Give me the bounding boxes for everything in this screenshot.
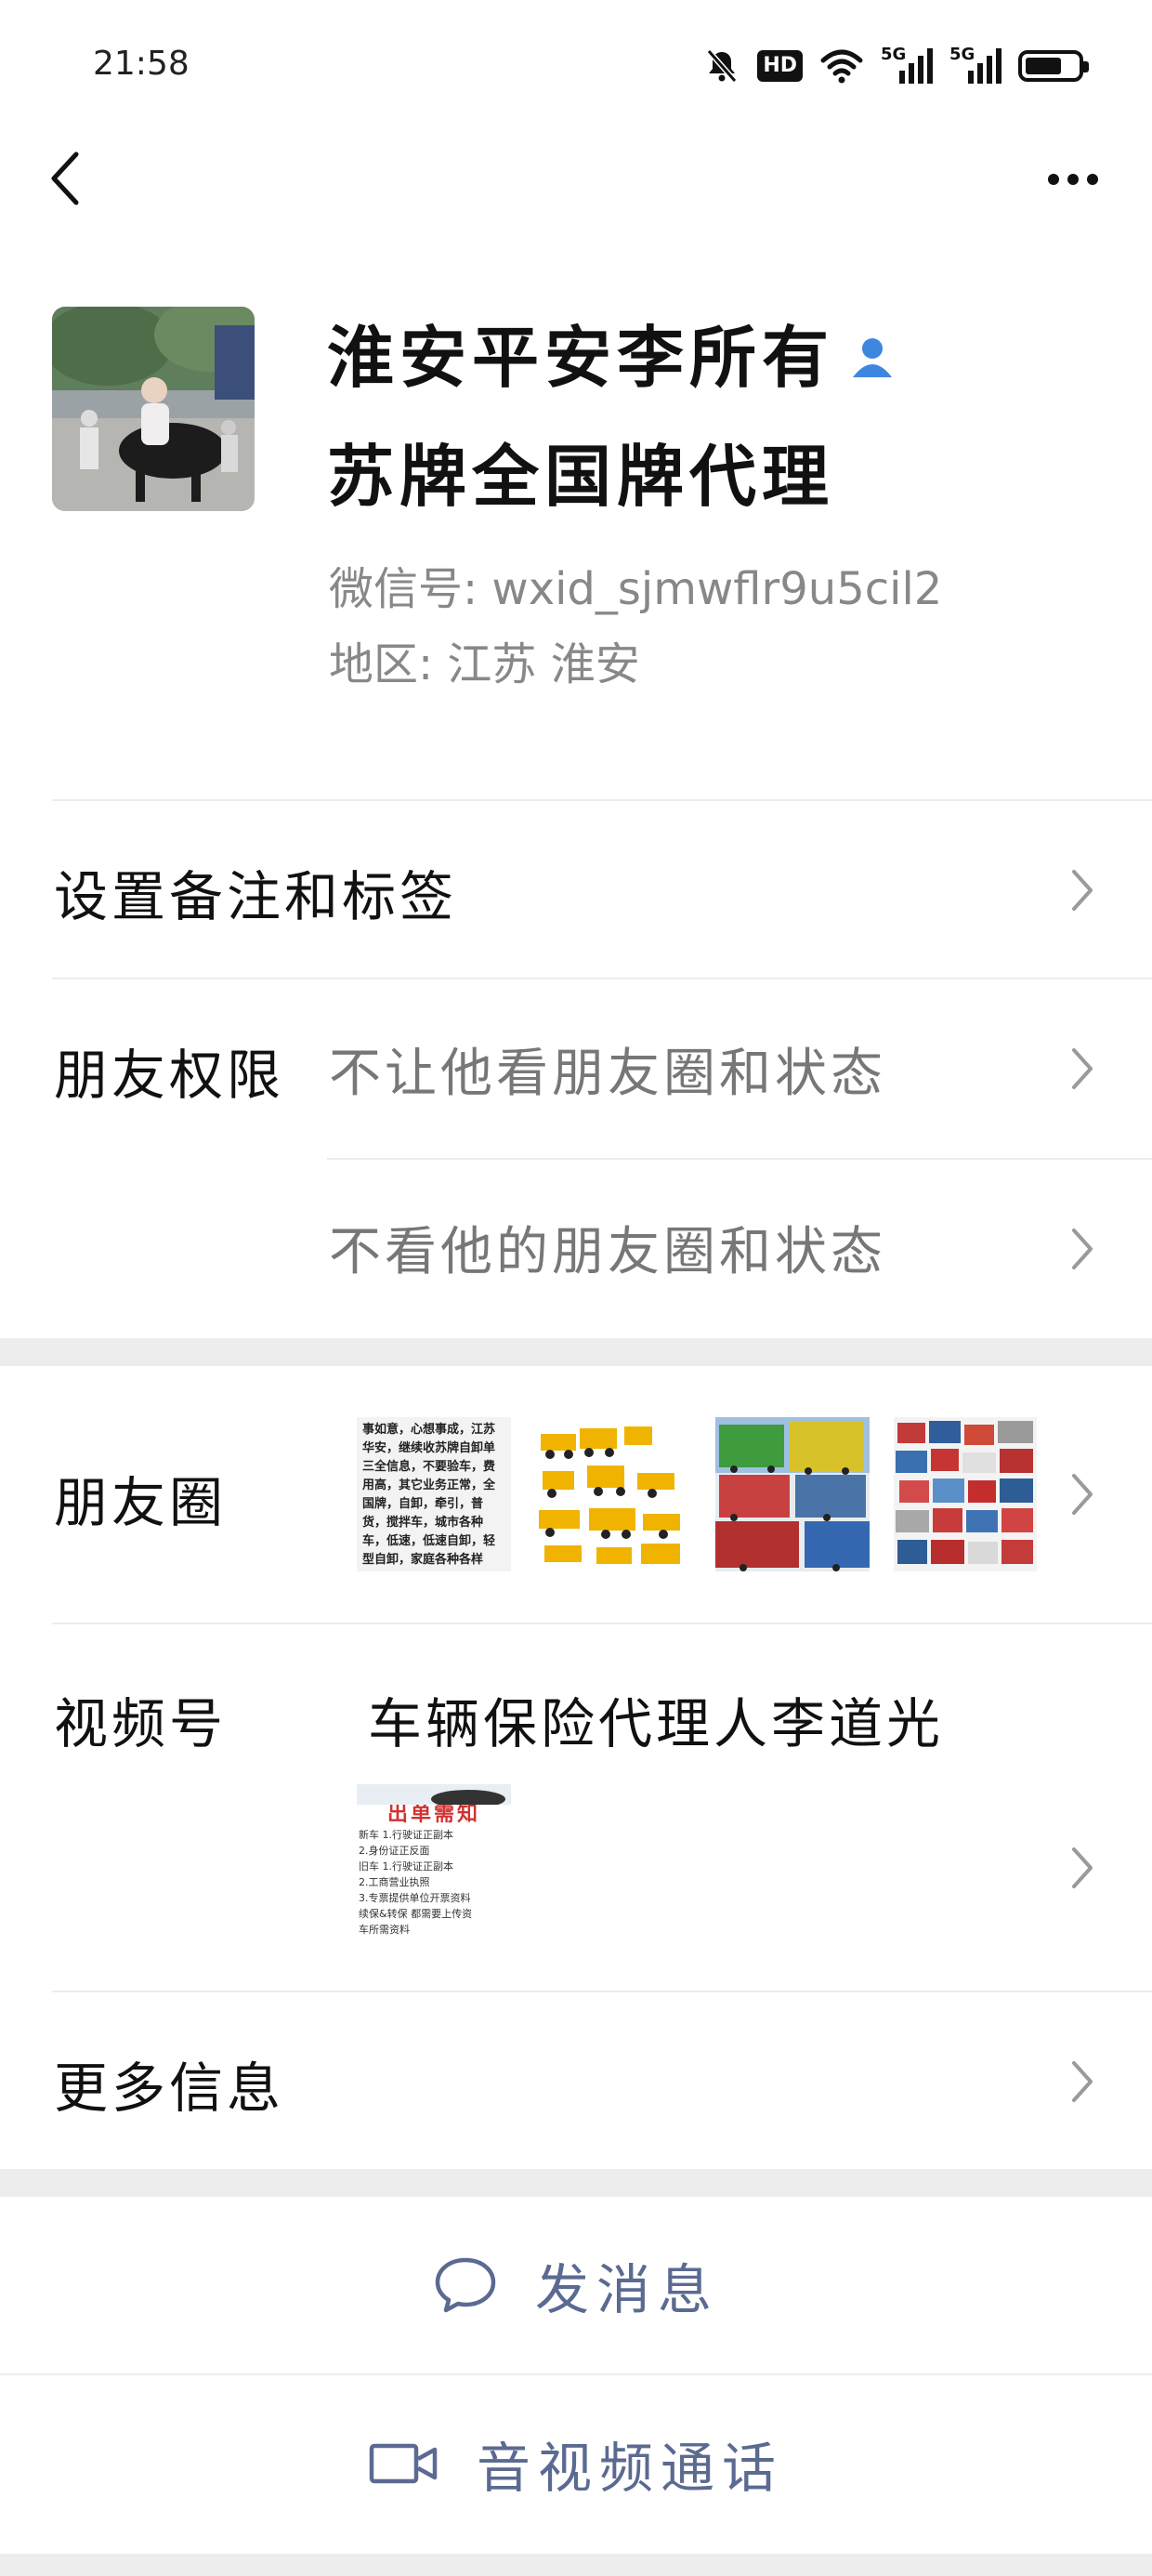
bell-muted-icon bbox=[703, 46, 740, 85]
channels-thumbnail: 出单需知 新车 1.行驶证正副本 2.身份证正反面 旧车 1.行驶证正副本 2.… bbox=[357, 1784, 511, 1939]
moments-thumbnail bbox=[533, 1417, 687, 1571]
chevron-right-icon bbox=[1072, 2061, 1093, 2102]
battery-fill bbox=[1026, 58, 1061, 74]
chevron-right-icon bbox=[1072, 1474, 1093, 1515]
permissions-label: 朋友权限 bbox=[54, 1044, 285, 1107]
more-dots-icon bbox=[1048, 174, 1059, 185]
region: 地区: 江苏 淮安 bbox=[329, 638, 640, 690]
section-gap bbox=[0, 2554, 1152, 2576]
remark-label: 设置备注和标签 bbox=[54, 865, 458, 928]
chat-bubble-icon bbox=[435, 2257, 496, 2313]
profile-name: 淮安平安李所有 bbox=[327, 319, 835, 397]
back-button[interactable] bbox=[37, 141, 93, 216]
moments-thumbnail bbox=[715, 1417, 870, 1571]
channels-thumb-line: 续保&转保 都需要上传资 bbox=[359, 1908, 473, 1920]
more-info-label: 更多信息 bbox=[54, 2057, 285, 2120]
chevron-right-icon bbox=[1072, 1847, 1093, 1888]
moments-thumbnail bbox=[894, 1417, 1037, 1571]
moments-thumbnail: 事如意，心想事成，江苏华安，继续收苏牌自卸单三全信息，不要验车，费用高，其它业务… bbox=[357, 1417, 511, 1571]
video-call-label: 音视频通话 bbox=[476, 2437, 783, 2500]
send-message-button[interactable]: 发消息 bbox=[0, 2197, 1152, 2373]
signal-5g-icon: 5G bbox=[881, 45, 933, 85]
channels-label: 视频号 bbox=[54, 1692, 228, 1755]
send-message-label: 发消息 bbox=[534, 2258, 719, 2321]
verified-contact-icon bbox=[853, 338, 893, 377]
wifi-icon bbox=[819, 46, 864, 85]
profile-name-line-2: 苏牌全国牌代理 bbox=[327, 438, 835, 516]
status-icons: HD 5G 5G bbox=[703, 45, 1089, 85]
channels-thumb-line: 2.身份证正反面 bbox=[359, 1845, 430, 1857]
chevron-right-icon bbox=[1072, 870, 1093, 911]
channels-thumb-line: 3.专票提供单位开票资料 bbox=[359, 1892, 471, 1904]
section-gap bbox=[0, 1338, 1152, 1366]
avatar[interactable] bbox=[52, 307, 255, 511]
more-button[interactable] bbox=[1031, 153, 1115, 205]
channels-name: 车辆保险代理人李道光 bbox=[368, 1692, 945, 1755]
permission-hide-moments-value: 不让他看朋友圈和状态 bbox=[329, 1044, 886, 1104]
signal-5g-icon: 5G bbox=[949, 45, 1001, 85]
moments-label: 朋友圈 bbox=[54, 1471, 228, 1534]
hd-icon: HD bbox=[757, 46, 803, 85]
hd-label: HD bbox=[757, 50, 803, 82]
battery-icon bbox=[1018, 46, 1089, 85]
section-gap bbox=[0, 2169, 1152, 2197]
channels-thumb-line: 车所需资料 bbox=[359, 1924, 410, 1936]
chevron-right-icon bbox=[1072, 1048, 1093, 1089]
permission-hide-their-moments-value: 不看他的朋友圈和状态 bbox=[329, 1222, 886, 1282]
wechat-id: 微信号: wxid_sjmwflr9u5cil2 bbox=[329, 563, 943, 615]
status-time: 21:58 bbox=[93, 45, 190, 83]
chevron-right-icon bbox=[1072, 1229, 1093, 1269]
channels-thumb-line: 旧车 1.行驶证正副本 bbox=[359, 1860, 453, 1873]
profile-name-line-1: 淮安平安李所有 bbox=[327, 311, 897, 404]
chevron-left-icon bbox=[51, 151, 79, 205]
video-camera-icon bbox=[369, 2443, 438, 2484]
video-call-button[interactable]: 音视频通话 bbox=[0, 2375, 1152, 2552]
channels-thumb-line: 新车 1.行驶证正副本 bbox=[359, 1829, 453, 1841]
channels-thumb-line: 2.工商营业执照 bbox=[359, 1876, 430, 1888]
